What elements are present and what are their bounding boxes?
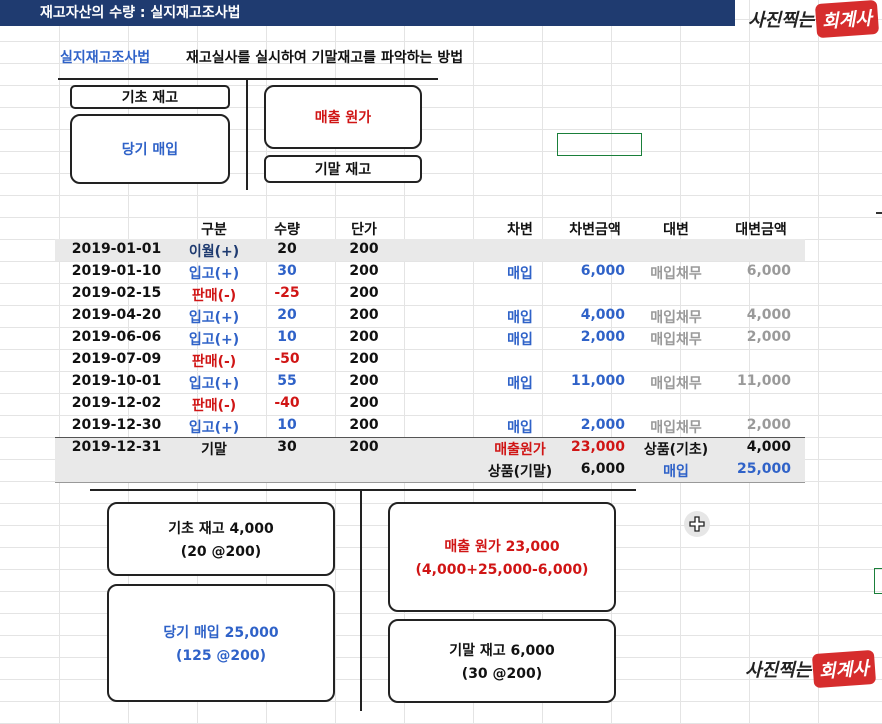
cell-price: 200 [349,373,379,389]
col-header-price: 단가 [351,222,377,238]
purchases-detail-box: 당기 매입 25,000 (125 @200) [107,584,335,702]
cell-credit-amount: 11,000 [736,373,791,389]
cell-date: 2019-02-15 [71,285,162,301]
cell-debit-amount: 2,000 [580,329,625,345]
beginning-inventory-box: 기초 재고 [70,85,230,109]
cell-date: 2019-01-01 [71,241,162,257]
cell-type: 입고(+) [188,420,240,436]
cell-credit-amount: 4,000 [746,307,791,323]
col-header-credit-amount: 대변금액 [735,222,787,238]
cell-credit-amount: 6,000 [746,263,791,279]
cell-debit: 매입 [507,266,533,282]
cell-debit: 상품(기말) [487,464,553,480]
definition-description: 재고실사를 실시하여 기말재고를 파악하는 방법 [186,50,464,66]
col-header-debit-amount: 차변금액 [569,222,621,238]
cell-debit-amount: 6,000 [580,263,625,279]
cell-type: 입고(+) [188,266,240,282]
cell-credit: 매입채무 [650,376,702,392]
cell-qty: 30 [277,263,297,279]
ending-inventory-detail-box: 기말 재고 6,000 (30 @200) [388,619,616,703]
cell-type: 입고(+) [188,310,240,326]
ending-inventory-box: 기말 재고 [264,155,422,183]
cell-date: 2019-10-01 [71,373,162,389]
cell-credit: 매입채무 [650,310,702,326]
cell-credit-amount: 2,000 [746,329,791,345]
cell-type: 기말 [201,442,227,458]
cell-type: 판매(-) [191,398,237,414]
cell-qty: 10 [277,417,297,433]
cell-date: 2019-07-09 [71,351,162,367]
cell-debit-amount: 4,000 [580,307,625,323]
cell-price: 200 [349,417,379,433]
col-header-credit: 대변 [663,222,689,238]
cell-qty: 20 [277,307,297,323]
cell-date: 2019-04-20 [71,307,162,323]
cell-price: 200 [349,395,379,411]
definition-term: 실지재고조사법 [60,50,151,66]
cell-type: 이월(+) [188,244,240,260]
page-title: 재고자산의 수량 : 실지재고조사법 [40,5,241,21]
selected-cell[interactable] [557,133,642,156]
cell-debit: 매입 [507,332,533,348]
bottom-t-account-line [90,489,636,491]
cell-credit-amount: 2,000 [746,417,791,433]
cell-type: 입고(+) [188,332,240,348]
edge-mark [876,212,882,214]
cell-date: 2019-01-10 [71,263,162,279]
cursor-plus-icon [684,511,710,537]
cell-price: 200 [349,329,379,345]
cell-credit-amount: 25,000 [736,461,791,477]
watermark-logo: 사진찍는 회계사 [745,649,877,689]
cell-debit-amount: 23,000 [570,439,625,455]
cell-debit: 매입 [507,376,533,392]
beginning-inventory-detail-box: 기초 재고 4,000 (20 @200) [107,502,335,576]
cell-price: 200 [349,285,379,301]
cell-debit-amount: 2,000 [580,417,625,433]
cell-price: 200 [349,307,379,323]
cell-credit: 상품(기초) [643,442,709,458]
cell-price: 200 [349,439,379,455]
purchases-box: 당기 매입 [70,114,230,184]
col-header-qty: 수량 [274,222,300,238]
col-header-type: 구분 [201,222,227,238]
closing-separator [55,437,805,438]
cell-price: 200 [349,263,379,279]
cell-date: 2019-12-31 [71,439,162,455]
cogs-detail-box: 매출 원가 23,000 (4,000+25,000-6,000) [388,502,616,612]
cell-type: 입고(+) [188,376,240,392]
cell-date: 2019-06-06 [71,329,162,345]
edge-selection [874,568,882,594]
cell-debit: 매입 [507,310,533,326]
logo: 사진찍는 회계사 [748,0,880,39]
cell-debit: 매출원가 [494,442,546,458]
cell-date: 2019-12-02 [71,395,162,411]
t-account-top-line [58,78,438,80]
cell-credit: 매입채무 [650,420,702,436]
cell-debit-amount: 6,000 [580,461,625,477]
title-bar: 재고자산의 수량 : 실지재고조사법 [0,0,735,26]
cell-date: 2019-12-30 [71,417,162,433]
cell-debit-amount: 11,000 [570,373,625,389]
cell-qty: 30 [277,439,297,455]
cell-credit: 매입채무 [650,332,702,348]
cell-credit-amount: 4,000 [746,439,791,455]
cell-price: 200 [349,241,379,257]
cell-qty: -40 [274,395,300,411]
cell-credit: 매입채무 [650,266,702,282]
cell-price: 200 [349,351,379,367]
cell-type: 판매(-) [191,354,237,370]
cell-credit: 매입 [663,464,689,480]
table-bottom-line [55,482,805,483]
cell-qty: 20 [277,241,297,257]
cogs-box: 매출 원가 [264,85,422,149]
col-header-debit: 차변 [507,222,533,238]
cell-qty: 10 [277,329,297,345]
cell-qty: -50 [274,351,300,367]
bottom-t-account-divider [360,489,362,711]
cell-debit: 매입 [507,420,533,436]
cell-type: 판매(-) [191,288,237,304]
cell-qty: -25 [274,285,300,301]
t-account-divider [246,78,248,190]
cell-qty: 55 [277,373,297,389]
